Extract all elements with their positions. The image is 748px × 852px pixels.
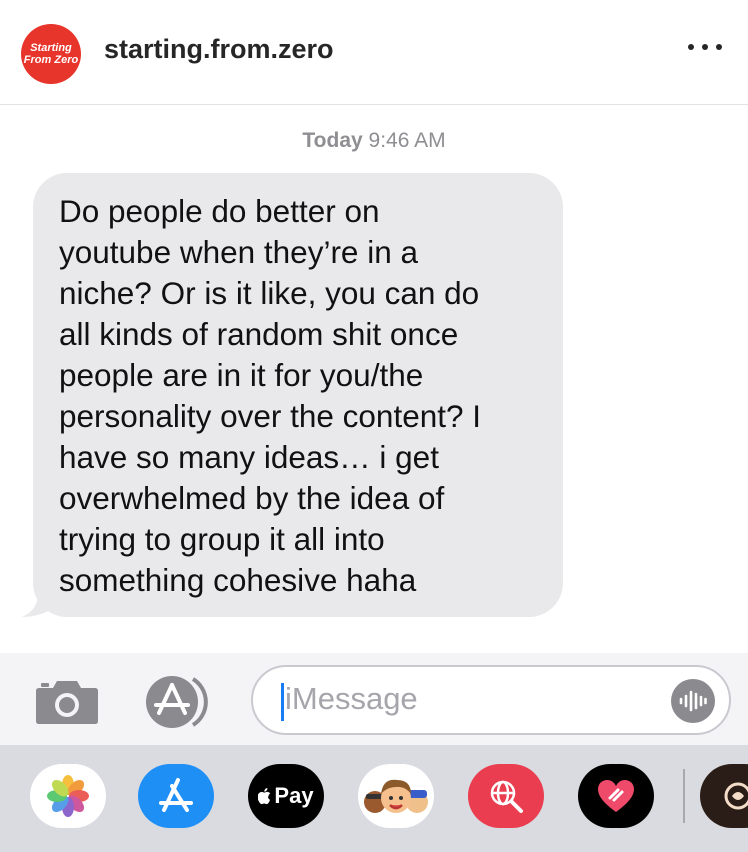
input-placeholder: iMessage <box>285 681 418 716</box>
more-dot-icon <box>688 44 694 50</box>
camera-icon[interactable] <box>35 678 99 724</box>
avatar[interactable]: Starting From Zero <box>21 24 81 84</box>
message-line: youtube when they’re in a <box>59 234 418 270</box>
message-line: overwhelmed by the idea of <box>59 480 445 516</box>
message-line: Do people do better on <box>59 193 380 229</box>
apple-logo-icon <box>258 788 271 805</box>
more-options-button[interactable] <box>688 40 722 54</box>
message-line: trying to group it all into <box>59 521 385 557</box>
partial-app-glyph <box>724 782 748 810</box>
app-store-button[interactable] <box>142 673 216 731</box>
globe-search-glyph <box>490 780 523 813</box>
app-store-icon[interactable] <box>138 764 214 828</box>
heart-glyph <box>598 780 634 812</box>
avatar-text-line1: Starting <box>30 42 72 54</box>
conversation-area: Today 9:46 AM Do people do better on you… <box>0 105 748 653</box>
digital-touch-icon[interactable] <box>578 764 654 828</box>
apple-pay-icon[interactable]: Pay <box>248 764 324 828</box>
timestamp-time: 9:46 AM <box>368 129 446 152</box>
timestamp-day: Today <box>302 129 363 152</box>
message-line: personality over the content? I <box>59 398 482 434</box>
text-cursor <box>281 683 284 721</box>
memoji-faces-glyph <box>364 779 428 813</box>
apple-pay-label: Pay <box>274 783 314 808</box>
message-line: something cohesive haha <box>59 562 417 598</box>
imessage-input[interactable]: iMessage <box>251 665 731 735</box>
app-store-glyph <box>159 778 193 812</box>
more-dot-icon <box>702 44 708 50</box>
photos-flower-glyph <box>47 775 89 817</box>
more-dot-icon <box>716 44 722 50</box>
audio-waveform-icon[interactable] <box>671 679 715 723</box>
username[interactable]: starting.from.zero <box>104 34 334 65</box>
incoming-message-bubble[interactable]: Do people do better on youtube when they… <box>33 173 563 617</box>
memoji-icon[interactable] <box>358 764 434 828</box>
chat-header: Starting From Zero starting.from.zero <box>0 0 748 105</box>
message-line: all kinds of random shit once <box>59 316 459 352</box>
message-line: have so many ideas… i get <box>59 439 439 475</box>
message-line: niche? Or is it like, you can do <box>59 275 480 311</box>
web-search-icon[interactable] <box>468 764 544 828</box>
avatar-text-line2: From Zero <box>23 54 79 66</box>
drawer-divider <box>683 769 685 823</box>
waveform-glyph <box>679 690 707 712</box>
message-timestamp: Today 9:46 AM <box>0 129 748 153</box>
message-line: people are in it for you/the <box>59 357 424 393</box>
photos-icon[interactable] <box>30 764 106 828</box>
